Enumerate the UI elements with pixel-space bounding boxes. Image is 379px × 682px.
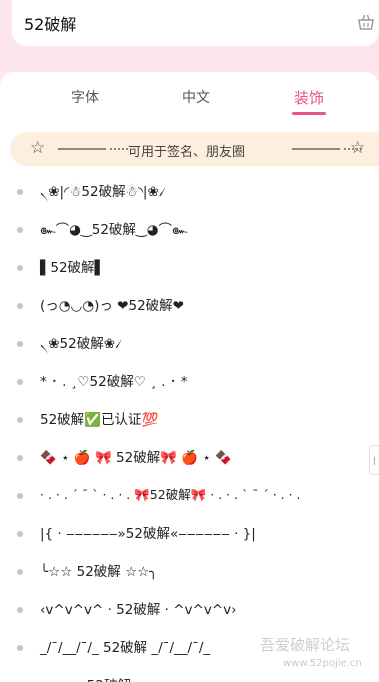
bullet	[17, 569, 23, 575]
tab-font[interactable]: 字体	[50, 87, 120, 107]
watermark: 吾爱破解论坛	[260, 636, 351, 654]
list-item[interactable]: ▌52破解▌	[0, 254, 379, 290]
hint-banner: ☆ 可用于签名、朋友圈 ☆	[10, 132, 379, 166]
item-text: |{ · ‒‒‒‒‒‒»52破解«‒‒‒‒‒‒ · }|	[40, 526, 256, 542]
bullet	[17, 227, 23, 233]
list-item[interactable]: ‹v^v^v^ · 52破解 · ^v^v^v›	[0, 596, 379, 632]
list-item[interactable]: 🍫 ⋆ 🍎 🎀 52破解🎀 🍎 ⋆ 🍫	[0, 444, 379, 480]
item-text: ৲❀52破解❀৴	[40, 336, 123, 352]
item-text: · . · . ´ ¯ ` · . · . 🎀52破解🎀 · . · . ` ¯…	[40, 487, 301, 502]
side-pull-tab[interactable]: |	[369, 445, 379, 475]
list-item[interactable]: ๛⌒◕‿52破解‿◕⌒๛	[0, 216, 379, 252]
list-item[interactable]: * ･ . ¸♡52破解♡ ¸ . ･ *	[0, 368, 379, 404]
search-input[interactable]: 52破解	[12, 0, 379, 46]
top-area: 52破解	[0, 0, 379, 72]
tab-decoration[interactable]: 装饰	[274, 87, 344, 108]
banner-text: 可用于签名、朋友圈	[128, 145, 246, 160]
watermark-url: www.52pojie.cn	[283, 658, 362, 669]
divider	[292, 148, 362, 150]
item-text: ╰☆☆ 52破解 ☆☆╮	[40, 564, 158, 580]
basket-icon[interactable]	[357, 13, 375, 31]
bullet	[17, 493, 23, 499]
item-text: * ･ . ¸♡52破解♡ ¸ . ･ *	[40, 374, 188, 390]
item-text: ‹v^v^v^ · 52破解 · ^v^v^v›	[40, 602, 237, 618]
divider	[58, 148, 128, 150]
bullet	[17, 189, 23, 195]
search-value: 52破解	[24, 15, 77, 34]
item-text: ← ← ← 52破解 → → →	[40, 674, 178, 682]
bullet	[17, 303, 23, 309]
bullet	[17, 607, 23, 613]
item-text: _/¯/__/¯/_ 52破解 _/¯/__/¯/_	[40, 640, 211, 656]
star-icon: ☆	[350, 138, 366, 158]
item-text: ৲❀|◜☃52破解☃◝|❀৴	[40, 184, 166, 200]
list-item[interactable]: ৲❀52破解❀৴	[0, 330, 379, 366]
list-item[interactable]: ← ← ← 52破解 → → →	[0, 672, 379, 682]
bullet	[17, 265, 23, 271]
item-text: 52破解✅已认证💯	[40, 412, 159, 428]
bullet	[17, 455, 23, 461]
bullet	[17, 379, 23, 385]
active-tab-underline	[292, 112, 326, 115]
tab-chinese[interactable]: 中文	[161, 87, 231, 107]
list-item[interactable]: ╰☆☆ 52破解 ☆☆╮	[0, 558, 379, 594]
bullet	[17, 341, 23, 347]
star-icon: ☆	[30, 138, 46, 158]
style-sheet: 字体 中文 装饰 ☆ 可用于签名、朋友圈 ☆ ৲❀|◜☃52破解☃◝|❀৴ ๛⌒…	[0, 72, 379, 682]
list-item[interactable]: · . · . ´ ¯ ` · . · . 🎀52破解🎀 · . · . ` ¯…	[0, 482, 379, 518]
item-text: (っ◔◡◔)っ ❤52破解❤	[40, 298, 184, 314]
bullet	[17, 645, 23, 651]
list-item[interactable]: |{ · ‒‒‒‒‒‒»52破解«‒‒‒‒‒‒ · }|	[0, 520, 379, 556]
list-item[interactable]: ৲❀|◜☃52破解☃◝|❀৴	[0, 178, 379, 214]
item-text: 🍫 ⋆ 🍎 🎀 52破解🎀 🍎 ⋆ 🍫	[40, 450, 232, 466]
bullet	[17, 531, 23, 537]
item-text: ▌52破解▌	[40, 260, 105, 276]
list-item[interactable]: (っ◔◡◔)っ ❤52破解❤	[0, 292, 379, 328]
item-text: ๛⌒◕‿52破解‿◕⌒๛	[40, 222, 188, 238]
bullet	[17, 417, 23, 423]
tab-bar: 字体 中文 装饰	[0, 72, 379, 126]
list-item[interactable]: 52破解✅已认证💯	[0, 406, 379, 442]
